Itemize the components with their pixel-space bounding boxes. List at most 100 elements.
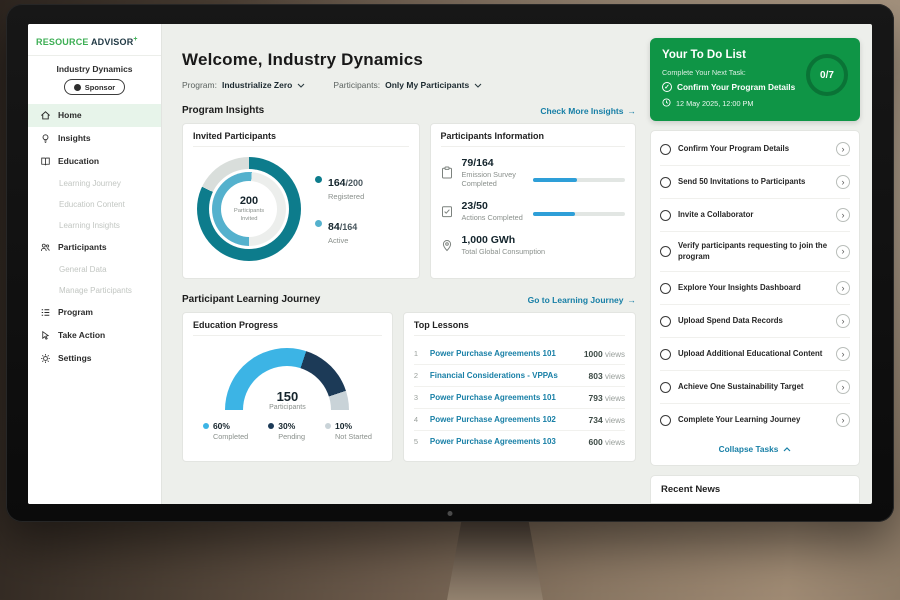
sidebar-item-program[interactable]: Program — [28, 301, 161, 324]
task-checkbox[interactable] — [660, 283, 671, 294]
program-filter[interactable]: Program: Industrialize Zero — [182, 80, 305, 90]
sidebar-item-education[interactable]: Education — [28, 150, 161, 173]
not-started-label: Not Started — [335, 432, 372, 441]
survey-icon — [441, 166, 454, 179]
lesson-row[interactable]: 2 Financial Considerations - VPPAs 803 v… — [414, 365, 625, 387]
chevron-right-icon[interactable]: › — [836, 380, 850, 394]
task-checkbox[interactable] — [660, 144, 671, 155]
chevron-right-icon[interactable]: › — [836, 208, 850, 222]
org-name: Industry Dynamics — [32, 64, 157, 74]
monitor-frame: RESOURCE ADVISOR+ Industry Dynamics Spon… — [6, 4, 894, 522]
lesson-title-link[interactable]: Power Purchase Agreements 101 — [430, 393, 581, 402]
sidebar-item-label: Insights — [58, 133, 91, 143]
lesson-views-suffix: views — [605, 416, 625, 425]
participants-filter[interactable]: Participants: Only My Participants — [333, 80, 482, 90]
main-content: Welcome, Industry Dynamics Program: Indu… — [162, 24, 648, 504]
active-value: 84 — [328, 221, 340, 233]
program-insights-title: Program Insights — [182, 105, 264, 116]
task-row[interactable]: Explore Your Insights Dashboard › — [660, 272, 850, 305]
card-title: Invited Participants — [193, 131, 409, 147]
education-gauge-chart: 150 Participants — [225, 348, 349, 410]
lesson-row[interactable]: 1 Power Purchase Agreements 101 1000 vie… — [414, 343, 625, 365]
sidebar-item-manage-participants[interactable]: Manage Participants — [28, 280, 161, 301]
lesson-title-link[interactable]: Financial Considerations - VPPAs — [430, 371, 581, 380]
task-checkbox[interactable] — [660, 246, 671, 257]
stat-value: 79/164 — [462, 157, 525, 169]
todo-column: Your To Do List Complete Your Next Task:… — [648, 24, 872, 504]
task-row[interactable]: Achieve One Sustainability Target › — [660, 371, 850, 404]
lesson-views-count: 1000 — [584, 349, 603, 359]
chevron-right-icon[interactable]: › — [836, 175, 850, 189]
sidebar-item-settings[interactable]: Settings — [28, 347, 161, 370]
chevron-right-icon[interactable]: › — [836, 142, 850, 156]
sidebar-nav: Home Insights Education Learning Journey — [28, 104, 161, 370]
task-checkbox[interactable] — [660, 177, 671, 188]
take-action-icon — [40, 330, 51, 341]
todo-next-task-label: Confirm Your Program Details — [677, 82, 795, 92]
sidebar-item-take-action[interactable]: Take Action — [28, 324, 161, 347]
lesson-views-suffix: views — [605, 394, 625, 403]
lesson-title-link[interactable]: Power Purchase Agreements 101 — [430, 349, 576, 358]
sidebar-item-home[interactable]: Home — [28, 104, 161, 127]
stat-value: 1,000 GWh — [462, 234, 625, 246]
recent-news-title: Recent News — [661, 484, 720, 495]
lesson-views-count: 803 — [589, 371, 603, 381]
sidebar-item-insights[interactable]: Insights — [28, 127, 161, 150]
insights-icon — [40, 133, 51, 144]
sidebar-item-label: Manage Participants — [59, 286, 132, 295]
sidebar-item-label: Learning Journey — [59, 179, 121, 188]
task-checkbox[interactable] — [660, 210, 671, 221]
participants-icon — [40, 242, 51, 253]
monitor-stand — [447, 521, 543, 600]
sidebar-item-label: Learning Insights — [59, 221, 120, 230]
chevron-right-icon[interactable]: › — [836, 347, 850, 361]
learning-journey-title: Participant Learning Journey — [182, 294, 320, 305]
task-row[interactable]: Send 50 Invitations to Participants › — [660, 166, 850, 199]
lesson-views-count: 734 — [589, 415, 603, 425]
collapse-tasks-link[interactable]: Collapse Tasks — [660, 436, 850, 463]
lesson-title-link[interactable]: Power Purchase Agreements 103 — [430, 437, 581, 446]
chevron-right-icon[interactable]: › — [836, 314, 850, 328]
learning-journey-header: Participant Learning Journey Go to Learn… — [182, 294, 636, 305]
task-row[interactable]: Complete Your Learning Journey › — [660, 404, 850, 436]
completed-label: Completed — [213, 432, 248, 441]
task-checkbox[interactable] — [660, 349, 671, 360]
participants-info-rows: 79/164 Emission Survey Completed 23/50 A… — [441, 154, 625, 256]
participants-filter-label: Participants: — [333, 80, 380, 90]
sidebar-item-education-content[interactable]: Education Content — [28, 194, 161, 215]
task-checkbox[interactable] — [660, 316, 671, 327]
check-more-insights-link[interactable]: Check More Insights → — [540, 106, 636, 116]
task-checkbox[interactable] — [660, 382, 671, 393]
not-started-pct: 10% — [335, 421, 352, 431]
go-to-learning-journey-link[interactable]: Go to Learning Journey → — [528, 295, 636, 305]
emission-progress-bar — [533, 178, 625, 182]
sidebar-item-learning-insights[interactable]: Learning Insights — [28, 215, 161, 236]
lesson-title-link[interactable]: Power Purchase Agreements 102 — [430, 415, 581, 424]
learning-journey-cards: Education Progress 150 Participants — [182, 312, 636, 462]
task-row[interactable]: Confirm Your Program Details › — [660, 133, 850, 166]
task-row[interactable]: Upload Spend Data Records › — [660, 305, 850, 338]
sidebar-item-learning-journey[interactable]: Learning Journey — [28, 173, 161, 194]
lesson-row[interactable]: 3 Power Purchase Agreements 101 793 view… — [414, 387, 625, 409]
task-row[interactable]: Invite a Collaborator › — [660, 199, 850, 232]
pending-pct: 30% — [278, 421, 295, 431]
sidebar-item-label: Take Action — [58, 330, 105, 340]
sidebar-item-general-data[interactable]: General Data — [28, 259, 161, 280]
education-gauge-wrap: 150 Participants 60% Completed — [193, 343, 382, 441]
logo-part2: ADVISOR — [91, 37, 133, 47]
sponsor-badge[interactable]: Sponsor — [64, 79, 125, 95]
lesson-rank: 2 — [414, 371, 422, 380]
lesson-row[interactable]: 4 Power Purchase Agreements 102 734 view… — [414, 409, 625, 431]
progress-fill — [533, 178, 577, 182]
task-row[interactable]: Verify participants requesting to join t… — [660, 232, 850, 272]
legend-item-pending: 30% Pending — [268, 421, 305, 441]
todo-next-task[interactable]: ✓ Confirm Your Program Details — [662, 82, 804, 92]
task-row[interactable]: Upload Additional Educational Content › — [660, 338, 850, 371]
task-checkbox[interactable] — [660, 415, 671, 426]
card-title: Education Progress — [193, 320, 382, 336]
chevron-right-icon[interactable]: › — [836, 281, 850, 295]
sidebar-item-participants[interactable]: Participants — [28, 236, 161, 259]
chevron-right-icon[interactable]: › — [836, 413, 850, 427]
lesson-row[interactable]: 5 Power Purchase Agreements 103 600 view… — [414, 431, 625, 452]
chevron-right-icon[interactable]: › — [836, 245, 850, 259]
